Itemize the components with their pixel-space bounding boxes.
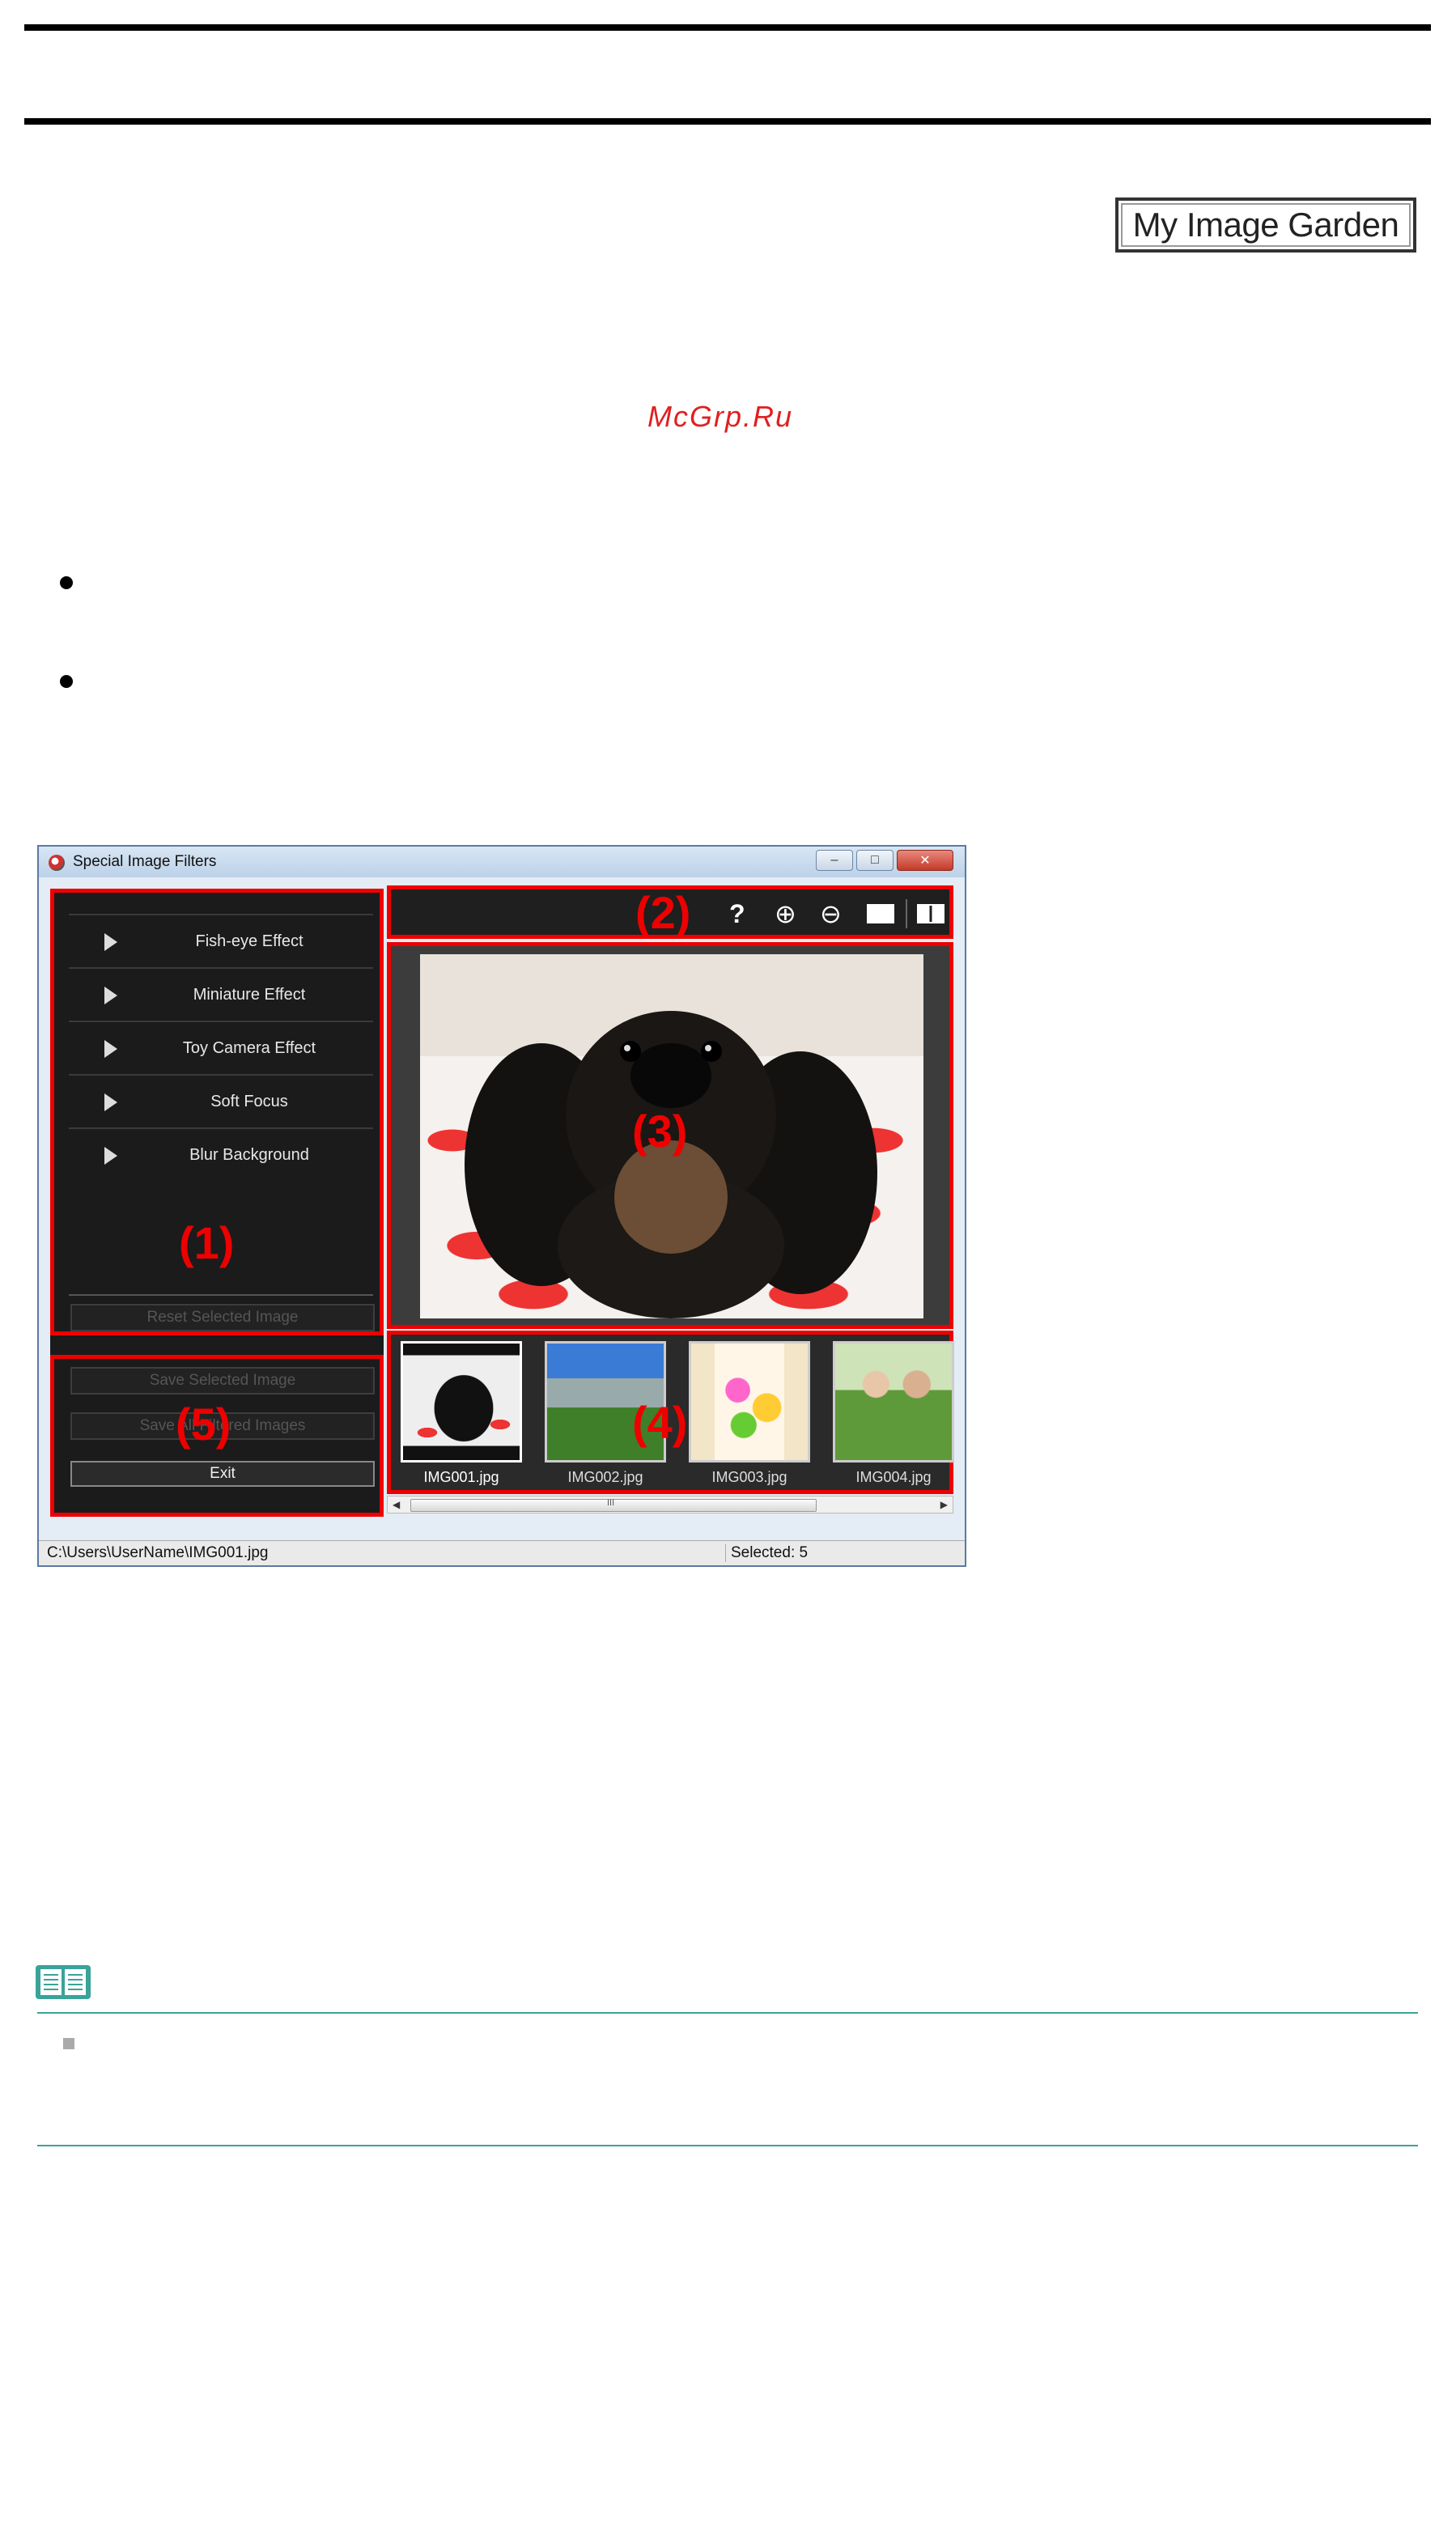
thumbnail-image [401,1341,522,1463]
top-rule [24,24,1431,31]
display-toolbar: (2) ? ⊕ ⊖ [387,885,953,939]
compare-view-icon[interactable] [917,904,944,923]
thumbnail-image [689,1341,810,1463]
zoom-out-icon[interactable]: ⊖ [820,901,842,927]
preview-area: (3) [387,942,953,1329]
callout-3: (3) [632,1106,688,1157]
filter-label: Miniature Effect [193,985,306,1004]
filter-label: Fish-eye Effect [195,932,304,950]
title-bar: Special Image Filters – □ ✕ [39,847,965,877]
note-book-icon [36,1965,91,1999]
left-panel: Fish-eye Effect Miniature Effect Toy Cam… [50,889,384,1517]
filter-blur-background[interactable]: Blur Background [69,1127,373,1181]
thumbnail-caption: IMG004.jpg [855,1469,932,1485]
note-top-rule [37,2012,1418,2014]
exit-button[interactable]: Exit [70,1461,375,1487]
help-icon[interactable]: ? [729,901,745,927]
thumbnail-image [833,1341,954,1463]
app-icon [49,855,65,871]
play-triangle-icon [104,1093,117,1111]
bullet-point [60,675,73,688]
save-controls-area: Save Selected Image Save All Filtered Im… [50,1355,384,1517]
filter-soft-focus[interactable]: Soft Focus [69,1074,373,1127]
zoom-in-icon[interactable]: ⊕ [775,901,796,927]
window-title: Special Image Filters [73,853,217,870]
watermark: McGrp.Ru [647,400,794,433]
scroll-left-icon[interactable]: ◀ [393,1499,400,1510]
note-square-bullet [63,2038,74,2049]
callout-5: (5) [176,1399,231,1450]
reset-selected-image-button[interactable]: Reset Selected Image [70,1304,375,1331]
scrollbar-thumb[interactable]: III [410,1498,817,1512]
toolbar-divider [906,899,907,928]
thumbnail-caption: IMG002.jpg [567,1469,643,1485]
callout-4: (4) [632,1397,688,1448]
scrollbar-grip: III [607,1498,615,1508]
callout-1: (1) [179,1217,235,1268]
horizontal-scrollbar[interactable]: ◀ III ▶ [387,1496,953,1513]
play-triangle-icon [104,987,117,1004]
filter-toy-camera[interactable]: Toy Camera Effect [69,1021,373,1074]
thumbnail-area: IMG001.jpg IMG002.jpg IMG003.jpg IMG004.… [387,1331,954,1494]
bullet-point [60,576,73,589]
filter-list-area: Fish-eye Effect Miniature Effect Toy Cam… [50,889,384,1335]
thumbnail-caption: IMG001.jpg [423,1469,499,1485]
thumbnail-item[interactable]: IMG004.jpg [833,1341,954,1492]
full-screen-icon[interactable] [867,904,894,923]
minimize-button[interactable]: – [816,850,853,871]
filter-label: Toy Camera Effect [182,1038,316,1057]
note-bottom-rule [37,2145,1418,2146]
play-triangle-icon [104,1147,117,1165]
callout-2: (2) [635,887,691,938]
preview-image: (3) [420,954,923,1318]
save-selected-image-button[interactable]: Save Selected Image [70,1367,375,1395]
maximize-button[interactable]: □ [856,850,894,871]
selected-count: Selected: 5 [725,1544,808,1562]
filter-miniature[interactable]: Miniature Effect [69,967,373,1021]
product-badge: My Image Garden [1115,197,1416,253]
thumbnail-item[interactable]: IMG001.jpg [401,1341,522,1492]
play-triangle-icon [104,933,117,951]
special-image-filters-window: Special Image Filters – □ ✕ Fish-eye Eff… [37,845,966,1567]
filter-fish-eye[interactable]: Fish-eye Effect [69,914,373,967]
close-button[interactable]: ✕ [897,850,953,871]
thumbnail-item[interactable]: IMG003.jpg [689,1341,810,1492]
play-triangle-icon [104,1040,117,1058]
filter-label: Blur Background [189,1145,309,1164]
status-bar: C:\Users\UserName\IMG001.jpg Selected: 5 [39,1540,965,1565]
thumbnail-caption: IMG003.jpg [711,1469,787,1485]
header-rule [24,118,1431,125]
panel-divider [69,1294,373,1296]
scroll-right-icon[interactable]: ▶ [940,1499,948,1510]
file-path: C:\Users\UserName\IMG001.jpg [47,1544,269,1561]
filter-label: Soft Focus [210,1092,288,1110]
